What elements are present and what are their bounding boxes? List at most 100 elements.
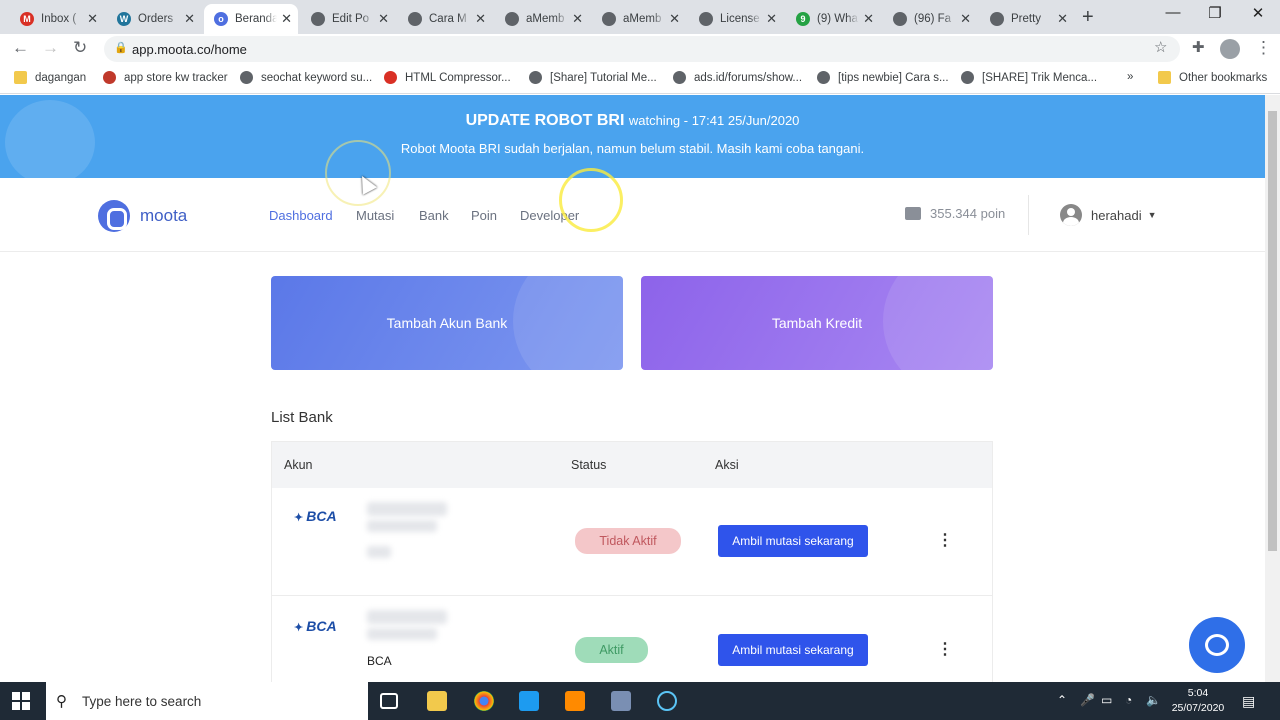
close-tab-icon[interactable]: ✕ (87, 11, 98, 27)
moota-logo[interactable]: moota (98, 200, 187, 232)
other-bookmarks[interactable]: Other bookmarks (1158, 71, 1267, 84)
table-header: Akun Status Aksi (272, 442, 992, 488)
network-app-icon[interactable] (611, 691, 631, 711)
app-icon[interactable] (519, 691, 539, 711)
page-icon (893, 12, 907, 26)
nav-mutasi[interactable]: Mutasi (356, 208, 394, 223)
tray-chevron-icon[interactable]: ⌃ (1057, 693, 1067, 707)
file-explorer-icon[interactable] (427, 691, 447, 711)
folder-icon (14, 71, 27, 84)
more-options-icon[interactable]: ⋮ (937, 639, 953, 659)
points-balance[interactable]: 355.344 poin (905, 206, 1005, 221)
bookmark-item[interactable]: seochat keyword su... (240, 71, 372, 84)
close-window-button[interactable]: ✕ (1238, 4, 1278, 22)
bookmark-item[interactable]: ads.id/forums/show... (673, 71, 802, 84)
page-scrollbar[interactable] (1265, 95, 1280, 682)
bookmark-item[interactable]: [SHARE] Trik Menca... (961, 71, 1097, 84)
browser-tab[interactable]: W Orders ✕ (107, 4, 201, 34)
browser-tab[interactable]: License ✕ (689, 4, 783, 34)
browser-tab[interactable]: Edit Po ✕ (301, 4, 395, 34)
close-tab-icon[interactable]: ✕ (766, 11, 777, 27)
browser-tab[interactable]: o Beranda ✕ (204, 4, 298, 34)
bookmark-item[interactable]: app store kw tracker (103, 71, 228, 84)
profile-avatar[interactable] (1220, 39, 1240, 59)
column-status: Status (571, 458, 607, 472)
task-view-icon[interactable] (380, 693, 398, 709)
system-clock[interactable]: 5:04 25/07/2020 (1168, 686, 1228, 716)
close-tab-icon[interactable]: ✕ (281, 11, 292, 27)
close-tab-icon[interactable]: ✕ (669, 11, 680, 27)
reload-icon[interactable]: ↻ (73, 38, 87, 58)
restore-button[interactable]: ❐ (1195, 4, 1235, 22)
star-icon[interactable]: ☆ (1154, 38, 1167, 56)
fetch-mutation-button[interactable]: Ambil mutasi sekarang (718, 634, 868, 666)
close-tab-icon[interactable]: ✕ (378, 11, 389, 27)
volume-icon[interactable]: 🔈 (1146, 693, 1161, 707)
bookmark-label: [tips newbie] Cara s... (838, 71, 949, 84)
folder-icon (1158, 71, 1171, 84)
browser-tab[interactable]: Cara M ✕ (398, 4, 492, 34)
tab-title: Pretty (1011, 13, 1042, 25)
url-text: app.moota.co/home (132, 41, 247, 57)
browser-tab[interactable]: aMemb ✕ (592, 4, 686, 34)
clock-date: 25/07/2020 (1171, 702, 1225, 714)
bookmark-item[interactable]: HTML Compressor... (384, 71, 511, 84)
kaskus-icon (673, 71, 686, 84)
bookmark-item[interactable]: [Share] Tutorial Me... (529, 71, 657, 84)
new-tab-button[interactable]: + (1082, 6, 1094, 29)
bookmarks-overflow-button[interactable]: » (1127, 71, 1133, 83)
redacted-account (367, 502, 447, 516)
forward-icon[interactable]: → (42, 38, 59, 58)
chat-support-button[interactable] (1189, 617, 1245, 673)
bookmark-item[interactable]: dagangan (14, 71, 86, 84)
address-bar[interactable]: 🔒 app.moota.co/home (104, 36, 1180, 62)
back-icon[interactable]: ← (12, 38, 29, 58)
nav-poin[interactable]: Poin (471, 208, 497, 223)
bookmarks-bar: » Other bookmarks dagangan app store kw t… (0, 64, 1280, 94)
status-badge: Aktif (575, 637, 648, 663)
extensions-icon[interactable]: ✚ (1192, 38, 1205, 56)
bookmark-item[interactable]: [tips newbie] Cara s... (817, 71, 949, 84)
column-akun: Akun (284, 458, 313, 472)
add-bank-account-button[interactable]: Tambah Akun Bank (271, 276, 623, 370)
add-credit-button[interactable]: Tambah Kredit (641, 276, 993, 370)
more-options-icon[interactable]: ⋮ (937, 530, 953, 550)
wifi-icon[interactable]: ◔ (1125, 693, 1132, 707)
bookmark-label: [SHARE] Trik Menca... (982, 71, 1098, 84)
close-tab-icon[interactable]: ✕ (863, 11, 874, 27)
menu-icon[interactable]: ⋮ (1255, 38, 1272, 58)
sublime-text-icon[interactable] (565, 691, 585, 711)
add-bank-label: Tambah Akun Bank (386, 315, 508, 331)
minimize-button[interactable]: — (1153, 4, 1193, 21)
taskbar-search[interactable]: ⚲ Type here to search (46, 682, 368, 720)
browser-tab[interactable]: 9 (9) Wha ✕ (786, 4, 880, 34)
browser-tab[interactable]: Pretty ✕ (980, 4, 1074, 34)
close-tab-icon[interactable]: ✕ (1057, 11, 1068, 27)
lock-icon: 🔒 (114, 42, 128, 54)
battery-icon[interactable]: ▭ (1101, 693, 1112, 707)
bookmark-label: HTML Compressor... (405, 71, 511, 84)
tab-title: Inbox ( (41, 13, 77, 25)
close-tab-icon[interactable]: ✕ (475, 11, 486, 27)
notifications-icon[interactable]: ▤ (1242, 693, 1255, 710)
nav-dashboard[interactable]: Dashboard (269, 208, 333, 223)
table-row: BCA Tidak Aktif Ambil mutasi sekarang ⋮ (272, 488, 992, 596)
recorder-icon[interactable] (657, 691, 677, 711)
windows-start-icon[interactable] (12, 692, 30, 710)
chrome-icon[interactable] (474, 691, 494, 711)
globe-icon (311, 12, 325, 26)
browser-tab[interactable]: aMemb ✕ (495, 4, 589, 34)
whatsapp-icon: 9 (796, 12, 810, 26)
kaskus-icon (961, 71, 974, 84)
scrollbar-thumb[interactable] (1268, 111, 1277, 551)
windows-taskbar: ⚲ Type here to search ⌃ 🎤 ▭ ◔ 🔈 5:04 25/… (0, 682, 1280, 720)
close-tab-icon[interactable]: ✕ (572, 11, 583, 27)
browser-tab[interactable]: (96) Fa ✕ (883, 4, 977, 34)
nav-bank[interactable]: Bank (419, 208, 449, 223)
microphone-icon[interactable]: 🎤 (1080, 693, 1095, 707)
close-tab-icon[interactable]: ✕ (184, 11, 195, 27)
fetch-mutation-button[interactable]: Ambil mutasi sekarang (718, 525, 868, 557)
close-tab-icon[interactable]: ✕ (960, 11, 971, 27)
user-menu[interactable]: herahadi ▼ (1060, 204, 1157, 226)
browser-tab[interactable]: M Inbox (✕ (10, 4, 104, 34)
